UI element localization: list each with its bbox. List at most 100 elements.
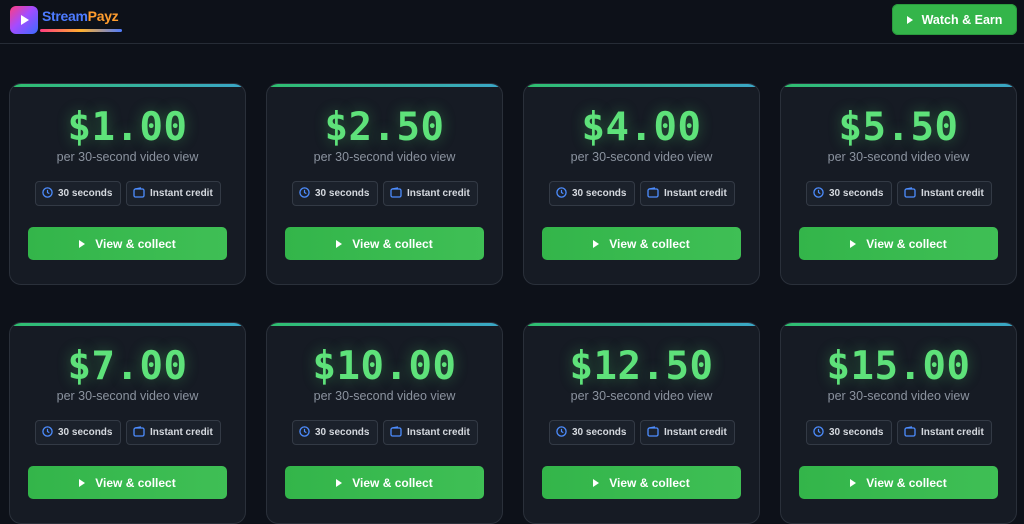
- credit-tag: Instant credit: [640, 181, 735, 206]
- view-and-collect-button[interactable]: View & collect: [28, 466, 227, 499]
- price-subtitle: per 30-second video view: [570, 389, 713, 403]
- tag-row: 30 seconds Instant credit: [549, 181, 735, 206]
- credit-tag-label: Instant credit: [407, 427, 470, 438]
- duration-tag-label: 30 seconds: [572, 427, 627, 438]
- duration-tag-label: 30 seconds: [829, 188, 884, 199]
- credit-tag: Instant credit: [897, 181, 992, 206]
- view-and-collect-label: View & collect: [866, 475, 947, 490]
- price-amount: $15.00: [826, 344, 971, 389]
- watch-and-earn-label: Watch & Earn: [921, 12, 1003, 27]
- price-subtitle: per 30-second video view: [827, 389, 970, 403]
- play-icon: [850, 478, 857, 487]
- credit-tag: Instant credit: [126, 181, 221, 206]
- brand-name-part1: Stream: [42, 8, 88, 24]
- credit-tag-label: Instant credit: [407, 188, 470, 199]
- view-and-collect-button[interactable]: View & collect: [799, 227, 998, 260]
- play-icon: [336, 478, 343, 487]
- view-and-collect-label: View & collect: [352, 236, 433, 251]
- view-and-collect-button[interactable]: View & collect: [285, 227, 484, 260]
- view-and-collect-button[interactable]: View & collect: [28, 227, 227, 260]
- clock-icon: [556, 425, 567, 440]
- price-subtitle: per 30-second video view: [56, 150, 199, 164]
- duration-tag: 30 seconds: [292, 420, 378, 445]
- brand-underline: [40, 29, 122, 32]
- duration-tag: 30 seconds: [806, 181, 892, 206]
- price-amount: $7.00: [67, 344, 188, 389]
- play-icon: [850, 239, 857, 248]
- play-icon: [336, 239, 343, 248]
- credit-tag: Instant credit: [897, 420, 992, 445]
- clock-icon: [299, 186, 310, 201]
- wallet-icon: [904, 186, 916, 201]
- tag-row: 30 seconds Instant credit: [292, 181, 478, 206]
- wallet-icon: [390, 425, 402, 440]
- tag-row: 30 seconds Instant credit: [806, 420, 992, 445]
- play-icon: [79, 239, 86, 248]
- duration-tag: 30 seconds: [549, 181, 635, 206]
- wallet-icon: [904, 425, 916, 440]
- offer-card: $1.00 per 30-second video view 30 second…: [9, 83, 246, 285]
- price-subtitle: per 30-second video view: [827, 150, 970, 164]
- view-and-collect-button[interactable]: View & collect: [542, 227, 741, 260]
- credit-tag: Instant credit: [126, 420, 221, 445]
- duration-tag-label: 30 seconds: [315, 188, 370, 199]
- duration-tag: 30 seconds: [549, 420, 635, 445]
- tag-row: 30 seconds Instant credit: [292, 420, 478, 445]
- credit-tag-label: Instant credit: [664, 427, 727, 438]
- price-amount: $4.00: [581, 105, 702, 150]
- brand-name-part2: Payz: [87, 8, 119, 24]
- wallet-icon: [647, 425, 659, 440]
- credit-tag-label: Instant credit: [664, 188, 727, 199]
- play-icon: [906, 15, 913, 24]
- price-amount: $10.00: [312, 344, 457, 389]
- tag-row: 30 seconds Instant credit: [806, 181, 992, 206]
- view-and-collect-label: View & collect: [95, 475, 176, 490]
- duration-tag-label: 30 seconds: [315, 427, 370, 438]
- clock-icon: [813, 425, 824, 440]
- credit-tag-label: Instant credit: [921, 427, 984, 438]
- play-icon: [593, 239, 600, 248]
- clock-icon: [42, 425, 53, 440]
- view-and-collect-button[interactable]: View & collect: [542, 466, 741, 499]
- brand-name: StreamPayz: [42, 8, 119, 24]
- brand-logo[interactable]: StreamPayz: [10, 5, 122, 35]
- duration-tag: 30 seconds: [806, 420, 892, 445]
- view-and-collect-label: View & collect: [866, 236, 947, 251]
- duration-tag-label: 30 seconds: [58, 427, 113, 438]
- credit-tag-label: Instant credit: [921, 188, 984, 199]
- play-icon: [79, 478, 86, 487]
- offer-grid: $1.00 per 30-second video view 30 second…: [9, 83, 1017, 524]
- wallet-icon: [133, 425, 145, 440]
- clock-icon: [813, 186, 824, 201]
- view-and-collect-button[interactable]: View & collect: [799, 466, 998, 499]
- price-amount: $1.00: [67, 105, 188, 150]
- price-amount: $5.50: [838, 105, 959, 150]
- offer-card: $5.50 per 30-second video view 30 second…: [780, 83, 1017, 285]
- view-and-collect-label: View & collect: [95, 236, 176, 251]
- credit-tag: Instant credit: [383, 420, 478, 445]
- duration-tag-label: 30 seconds: [58, 188, 113, 199]
- clock-icon: [42, 186, 53, 201]
- play-icon: [593, 478, 600, 487]
- price-amount: $2.50: [324, 105, 445, 150]
- watch-and-earn-button[interactable]: Watch & Earn: [892, 4, 1017, 35]
- duration-tag-label: 30 seconds: [829, 427, 884, 438]
- price-subtitle: per 30-second video view: [313, 389, 456, 403]
- credit-tag-label: Instant credit: [150, 188, 213, 199]
- view-and-collect-button[interactable]: View & collect: [285, 466, 484, 499]
- offer-card: $15.00 per 30-second video view 30 secon…: [780, 322, 1017, 524]
- tag-row: 30 seconds Instant credit: [35, 420, 221, 445]
- clock-icon: [299, 425, 310, 440]
- offer-card: $7.00 per 30-second video view 30 second…: [9, 322, 246, 524]
- credit-tag: Instant credit: [640, 420, 735, 445]
- view-and-collect-label: View & collect: [609, 236, 690, 251]
- view-and-collect-label: View & collect: [609, 475, 690, 490]
- view-and-collect-label: View & collect: [352, 475, 433, 490]
- wallet-icon: [647, 186, 659, 201]
- clock-icon: [556, 186, 567, 201]
- offer-card: $4.00 per 30-second video view 30 second…: [523, 83, 760, 285]
- offer-card: $10.00 per 30-second video view 30 secon…: [266, 322, 503, 524]
- offer-card: $12.50 per 30-second video view 30 secon…: [523, 322, 760, 524]
- price-subtitle: per 30-second video view: [313, 150, 456, 164]
- logo-icon: [10, 6, 38, 34]
